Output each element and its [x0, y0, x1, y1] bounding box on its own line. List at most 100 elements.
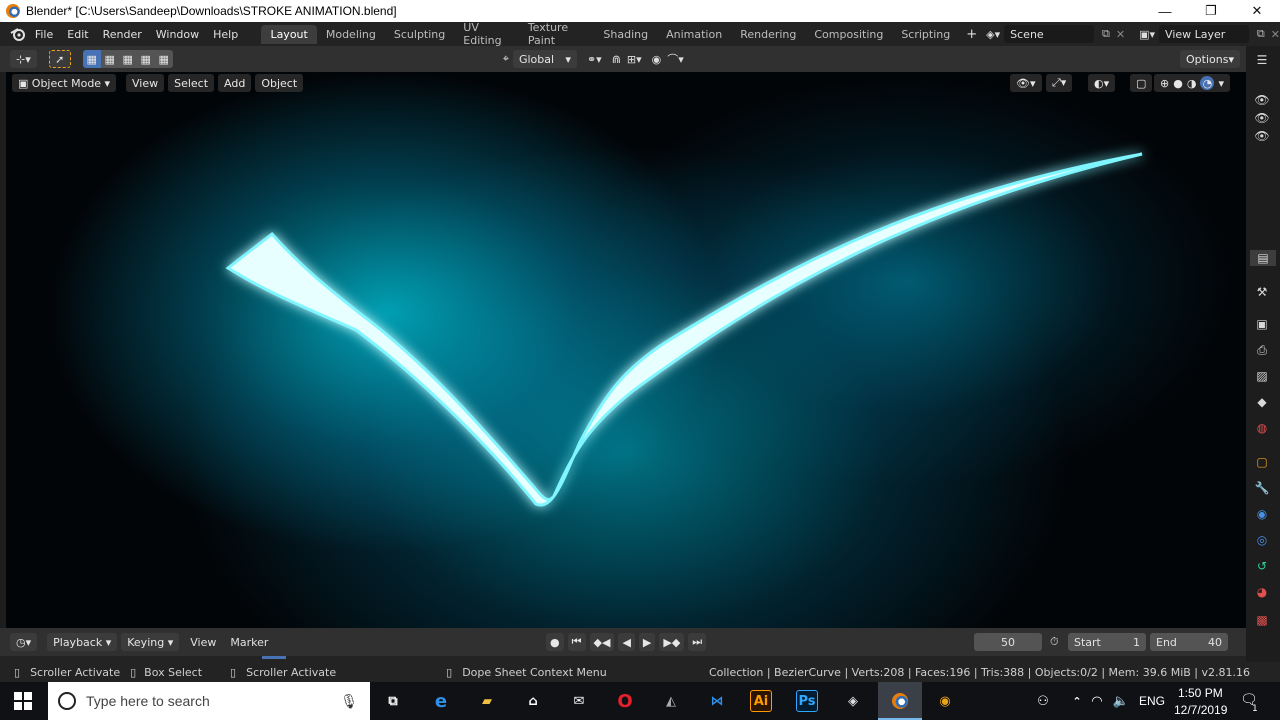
- app-icon[interactable]: ◉: [934, 690, 956, 712]
- tab-layout[interactable]: Layout: [261, 24, 317, 44]
- mail-icon[interactable]: ✉: [568, 690, 590, 712]
- volume-icon[interactable]: 🔈: [1110, 690, 1132, 712]
- properties-editor-icon[interactable]: ▤: [1250, 250, 1276, 266]
- view-layer-icon[interactable]: ▨: [1254, 368, 1270, 384]
- store-icon[interactable]: ⌂: [522, 690, 544, 712]
- end-frame-field[interactable]: End 40: [1150, 633, 1228, 651]
- particles-icon[interactable]: ◉: [1254, 506, 1270, 522]
- opera-browser-icon[interactable]: O: [614, 690, 636, 712]
- clock-time[interactable]: 1:50 PM: [1178, 686, 1223, 700]
- play-reverse-icon[interactable]: ◀: [618, 633, 635, 651]
- gizmo-icon[interactable]: ⤢▾: [1046, 74, 1073, 92]
- jump-start-icon[interactable]: ⏮: [567, 633, 586, 651]
- close-button[interactable]: ✕: [1234, 0, 1280, 22]
- task-view-icon[interactable]: ⧉: [382, 690, 404, 712]
- select-intersect-icon[interactable]: ▦: [154, 50, 173, 68]
- output-icon[interactable]: ⎙: [1254, 342, 1270, 358]
- material-icon[interactable]: ◕: [1254, 584, 1270, 600]
- jump-keyframe-forward-icon[interactable]: ▶◆: [659, 633, 685, 651]
- eye-icon[interactable]: 👁: [1254, 128, 1270, 144]
- view-layer-field[interactable]: View Layer: [1159, 25, 1249, 43]
- delete-scene-icon[interactable]: ✕: [1116, 28, 1125, 41]
- menu-file[interactable]: File: [28, 28, 60, 41]
- chevron-down-icon[interactable]: ▾: [1218, 77, 1224, 90]
- scene-selector-icon[interactable]: ◈▾: [986, 28, 1000, 41]
- menu-select[interactable]: Select: [168, 74, 215, 92]
- pivot-point-icon[interactable]: ⚭▾: [587, 53, 602, 66]
- view-layer-selector-icon[interactable]: ▣▾: [1139, 28, 1155, 41]
- tab-modeling[interactable]: Modeling: [317, 25, 385, 44]
- timeline-editor-type-icon[interactable]: ◷▾: [10, 633, 38, 651]
- solid-shading-icon[interactable]: ●: [1173, 77, 1183, 90]
- jump-keyframe-back-icon[interactable]: ◆◀: [589, 633, 615, 651]
- file-explorer-icon[interactable]: ▰: [476, 690, 498, 712]
- options-dropdown[interactable]: Options ▾: [1180, 50, 1240, 68]
- edge-browser-icon[interactable]: e: [430, 690, 452, 712]
- menu-window[interactable]: Window: [149, 28, 206, 41]
- menu-playback[interactable]: Playback ▾: [47, 633, 118, 651]
- wifi-icon[interactable]: ◠: [1086, 690, 1108, 712]
- object-mode-dropdown[interactable]: ▣ Object Mode ▾: [12, 74, 116, 92]
- photoshop-icon[interactable]: Ps: [796, 690, 818, 712]
- tab-sculpting[interactable]: Sculpting: [385, 25, 454, 44]
- curve-data-icon[interactable]: ↺: [1254, 558, 1270, 574]
- rendered-shading-icon[interactable]: ◔: [1200, 76, 1215, 90]
- maximize-button[interactable]: ❐: [1188, 0, 1234, 22]
- menu-add[interactable]: Add: [218, 74, 252, 92]
- unity-icon[interactable]: ◈: [842, 690, 864, 712]
- new-view-layer-icon[interactable]: ⧉: [1257, 27, 1265, 41]
- select-new-icon[interactable]: ▦: [82, 50, 101, 68]
- tab-compositing[interactable]: Compositing: [805, 25, 892, 44]
- transform-orientation-dropdown[interactable]: Global ▾: [512, 50, 577, 68]
- minimize-button[interactable]: —: [1142, 0, 1188, 22]
- menu-timeline-view[interactable]: View: [183, 636, 223, 649]
- material-shading-icon[interactable]: ◑: [1187, 77, 1197, 90]
- select-extend-icon[interactable]: ▦: [100, 50, 119, 68]
- windows-start-icon[interactable]: [14, 692, 32, 710]
- clock-date[interactable]: 12/7/2019: [1174, 703, 1227, 717]
- start-frame-field[interactable]: Start 1: [1068, 633, 1146, 651]
- snap-target-icon[interactable]: ⊞▾: [627, 53, 642, 66]
- taskbar-search-box[interactable]: Type here to search 🎙: [48, 682, 370, 720]
- falloff-icon[interactable]: ⌒▾: [667, 51, 684, 67]
- physics-icon[interactable]: ◎: [1254, 532, 1270, 548]
- app-icon[interactable]: ◭: [660, 690, 682, 712]
- visual-studio-icon[interactable]: ⋈: [706, 690, 728, 712]
- chevron-up-icon[interactable]: ⌃: [1066, 690, 1088, 712]
- record-icon[interactable]: ●: [546, 633, 564, 651]
- xray-icon[interactable]: ▢: [1130, 74, 1153, 92]
- tab-animation[interactable]: Animation: [657, 25, 731, 44]
- eye-icon[interactable]: 👁: [1254, 110, 1270, 126]
- menu-keying[interactable]: Keying ▾: [121, 633, 180, 651]
- modifier-wrench-icon[interactable]: 🔧: [1254, 480, 1270, 496]
- eye-icon[interactable]: 👁: [1254, 92, 1270, 108]
- select-tool-icon[interactable]: ➚: [48, 50, 71, 68]
- world-icon[interactable]: ◍: [1254, 420, 1270, 436]
- new-scene-icon[interactable]: ⧉: [1102, 27, 1110, 41]
- menu-view[interactable]: View: [126, 74, 165, 92]
- menu-help[interactable]: Help: [206, 28, 245, 41]
- scene-icon[interactable]: ◆: [1254, 394, 1270, 410]
- wireframe-shading-icon[interactable]: ⊕: [1160, 77, 1169, 90]
- language-indicator[interactable]: ENG: [1139, 694, 1165, 708]
- visibility-icon[interactable]: 👁▾: [1010, 74, 1042, 92]
- tab-shading[interactable]: Shading: [594, 25, 657, 44]
- illustrator-icon[interactable]: Ai: [750, 690, 772, 712]
- select-invert-icon[interactable]: ▦: [136, 50, 155, 68]
- menu-render[interactable]: Render: [96, 28, 149, 41]
- outliner-icon[interactable]: ☰: [1254, 52, 1270, 68]
- tab-rendering[interactable]: Rendering: [731, 25, 805, 44]
- snap-icon[interactable]: ⋒: [612, 53, 621, 66]
- scene-name-field[interactable]: Scene: [1004, 25, 1095, 43]
- playhead-marker[interactable]: [262, 656, 286, 659]
- 3d-viewport[interactable]: [6, 72, 1246, 628]
- editor-type-icon[interactable]: ⊹▾: [10, 50, 37, 68]
- select-subtract-icon[interactable]: ▦: [118, 50, 137, 68]
- delete-view-layer-icon[interactable]: ✕: [1271, 28, 1280, 41]
- menu-edit[interactable]: Edit: [60, 28, 95, 41]
- microphone-icon[interactable]: 🎙: [340, 693, 358, 710]
- object-icon[interactable]: ▢: [1254, 454, 1270, 470]
- play-icon[interactable]: ▶: [638, 633, 656, 651]
- overlays-icon[interactable]: ◐▾: [1088, 74, 1116, 92]
- menu-marker[interactable]: Marker: [223, 636, 275, 649]
